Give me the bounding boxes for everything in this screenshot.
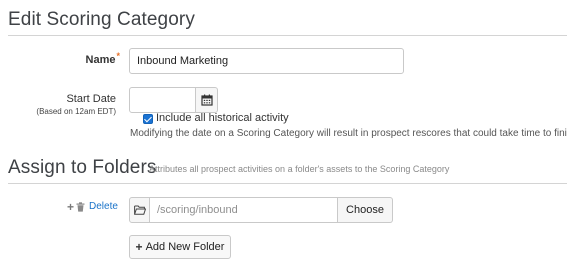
section-divider: [8, 35, 567, 36]
start-date-sublabel: (Based on 12am EDT): [36, 107, 116, 116]
plus-icon: +: [135, 240, 143, 254]
start-date-label: Start Date: [66, 93, 116, 105]
section-divider: [8, 183, 567, 184]
choose-folder-button[interactable]: Choose: [338, 197, 393, 223]
folder-row-actions: + Delete: [67, 201, 118, 213]
required-marker: *: [116, 51, 120, 61]
name-label-text: Name: [85, 54, 116, 66]
start-date-input[interactable]: [129, 87, 196, 113]
include-historical-checkbox[interactable]: [143, 114, 153, 124]
add-new-folder-label: Add New Folder: [145, 241, 225, 253]
plus-icon[interactable]: +: [67, 201, 74, 213]
name-input[interactable]: Inbound Marketing: [129, 48, 404, 74]
delete-folder-link[interactable]: Delete: [89, 201, 118, 212]
name-input-value: Inbound Marketing: [137, 55, 229, 67]
folder-picker: /scoring/inbound Choose: [129, 197, 393, 223]
edit-section-title: Edit Scoring Category: [8, 9, 195, 30]
add-new-folder-button[interactable]: + Add New Folder: [129, 235, 231, 259]
folder-open-icon: [133, 205, 146, 215]
start-date-help-text: Modifying the date on a Scoring Category…: [130, 128, 567, 139]
name-label: Name*: [60, 51, 120, 66]
folders-section-title: Assign to Folders: [8, 157, 157, 178]
folder-path-input[interactable]: /scoring/inbound: [150, 197, 338, 223]
trash-icon[interactable]: [76, 201, 85, 212]
folders-section-subtitle: Attributes all prospect activities on a …: [149, 164, 450, 174]
calendar-button[interactable]: [195, 87, 218, 113]
calendar-icon: [200, 94, 213, 106]
include-historical-label: Include all historical activity: [156, 112, 289, 124]
folder-icon-button[interactable]: [129, 197, 150, 223]
